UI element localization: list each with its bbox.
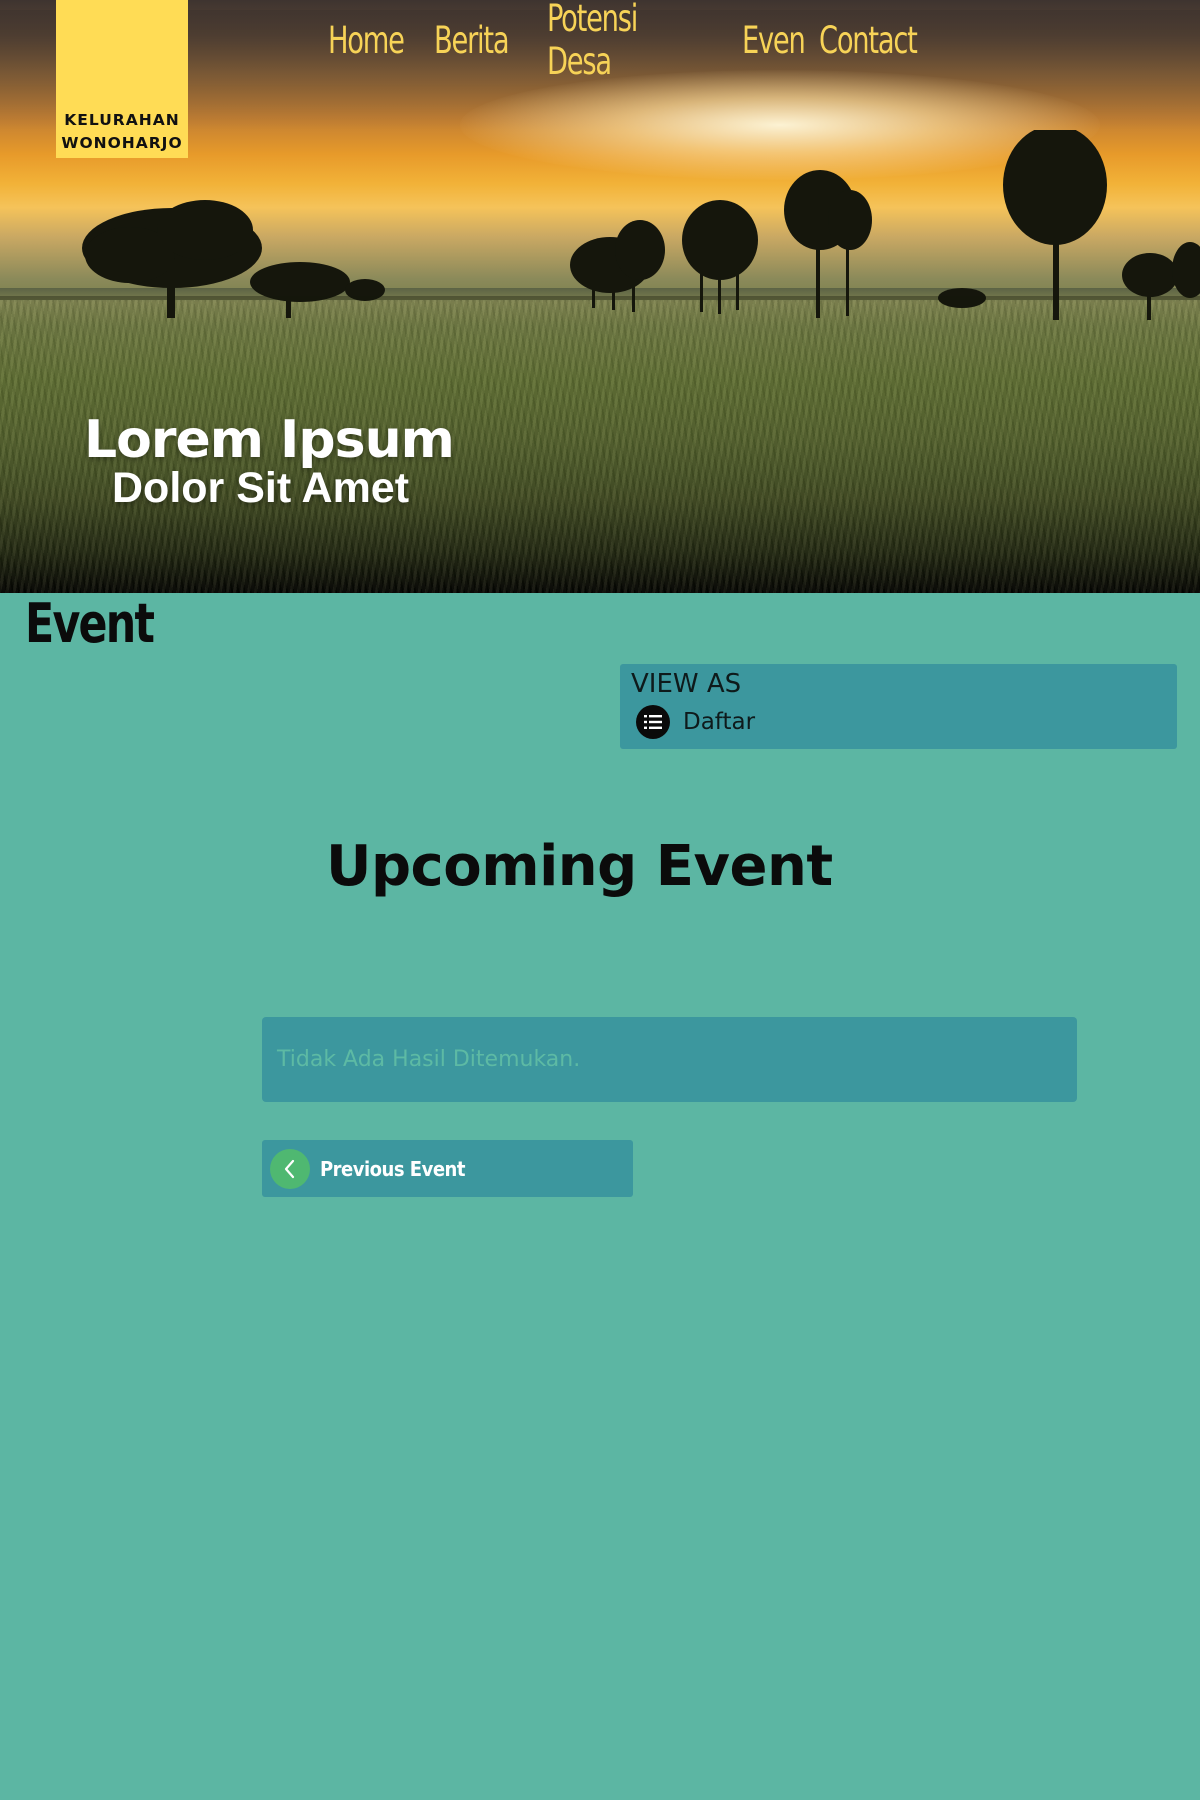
hero-banner: KELURAHAN WONOHARJO Home Berita Potensi … <box>0 0 1200 593</box>
hero-title: Lorem Ipsum <box>84 410 455 470</box>
previous-event-label: Previous Event <box>320 1156 465 1181</box>
list-icon <box>636 705 670 739</box>
nav-home[interactable]: Home <box>328 19 405 62</box>
upcoming-event-heading: Upcoming Event <box>326 834 833 899</box>
previous-event-button[interactable]: Previous Event <box>262 1140 633 1197</box>
nav-contact[interactable]: Contact <box>819 19 918 62</box>
nav-berita[interactable]: Berita <box>434 19 510 62</box>
hero-subtitle: Dolor Sit Amet <box>112 464 410 512</box>
view-option-daftar[interactable]: Daftar <box>636 704 755 740</box>
view-option-label: Daftar <box>683 709 756 735</box>
logo-line-1: KELURAHAN <box>64 111 180 129</box>
nav-potensi-desa[interactable]: Potensi Desa <box>547 0 638 83</box>
no-results-text: Tidak Ada Hasil Ditemukan. <box>277 1047 581 1072</box>
no-results-message: Tidak Ada Hasil Ditemukan. <box>262 1017 1077 1102</box>
logo-line-2: WONOHARJO <box>61 134 183 152</box>
view-as-label: VIEW AS <box>631 669 742 699</box>
view-as-panel: VIEW AS Daftar <box>620 664 1177 749</box>
nav-even[interactable]: Even <box>742 19 806 62</box>
page-title: Event <box>25 592 155 655</box>
tree-silhouettes <box>0 130 1200 320</box>
chevron-left-icon <box>270 1148 310 1189</box>
site-logo[interactable]: KELURAHAN WONOHARJO <box>56 0 188 158</box>
